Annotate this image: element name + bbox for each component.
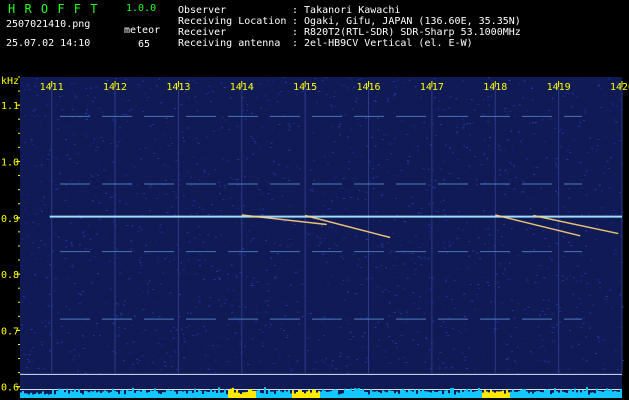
x-tick-label-1416: 1416 bbox=[356, 82, 380, 93]
y-tick-label-1.1: 1.1 bbox=[1, 101, 19, 112]
x-tick-label-1414: 1414 bbox=[230, 82, 254, 93]
x-tick-label-1420: 1420 bbox=[610, 82, 629, 93]
x-tick-label-1411: 1411 bbox=[40, 82, 64, 93]
y-tick-label-1.0: 1.0 bbox=[1, 157, 19, 168]
plot-background bbox=[20, 77, 622, 398]
hrofft-screen: H R O F F T 1.0.0 2507021410.png 25.07.0… bbox=[0, 0, 629, 400]
x-tick-label-1417: 1417 bbox=[420, 82, 444, 93]
x-tick-label-1418: 1418 bbox=[483, 82, 507, 93]
x-tick-label-1419: 1419 bbox=[547, 82, 571, 93]
y-tick-label-0.8: 0.8 bbox=[1, 270, 19, 281]
y-tick-label-0.7: 0.7 bbox=[1, 326, 19, 337]
y-tick-label-0.9: 0.9 bbox=[1, 214, 19, 225]
x-tick-label-1415: 1415 bbox=[293, 82, 317, 93]
x-tick-label-1413: 1413 bbox=[166, 82, 190, 93]
y-axis-unit: kHz bbox=[1, 76, 19, 87]
x-tick-label-1412: 1412 bbox=[103, 82, 127, 93]
y-tick-label-0.6: 0.6 bbox=[1, 383, 19, 394]
spectrogram: kHz 1.1 1.0 0.9 0.8 0.7 0.6 1411 1412 1413 1414 141… bbox=[1, 76, 629, 398]
